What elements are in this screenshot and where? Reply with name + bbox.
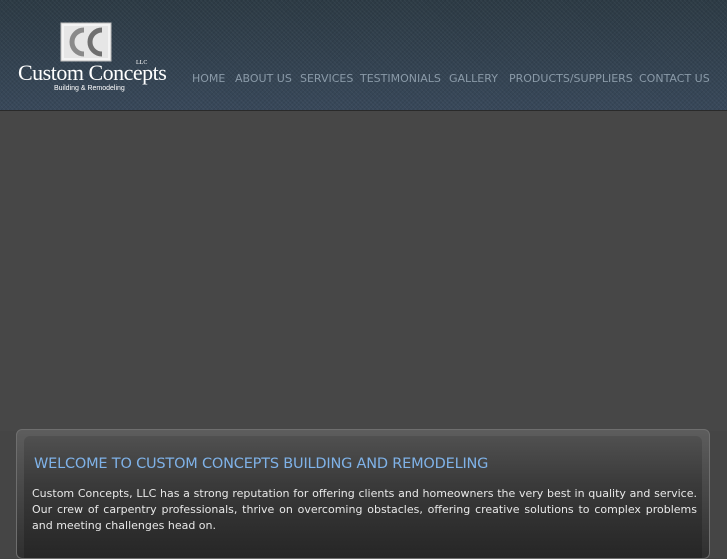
nav-services[interactable]: SERVICES <box>300 72 353 85</box>
nav-products-suppliers[interactable]: PRODUCTS/SUPPLIERS <box>509 72 633 85</box>
cc-logo-icon <box>60 22 112 62</box>
logo-llc: LLC <box>136 60 148 66</box>
welcome-panel: WELCOME TO CUSTOM CONCEPTS BUILDING AND … <box>16 429 710 559</box>
site-logo[interactable]: Custom Concepts LLC Building & Remodelin… <box>16 20 167 98</box>
nav-contact-us[interactable]: CONTACT US <box>639 72 710 85</box>
nav-home[interactable]: HOME <box>192 72 225 85</box>
welcome-title: WELCOME TO CUSTOM CONCEPTS BUILDING AND … <box>34 456 489 472</box>
nav-gallery[interactable]: GALLERY <box>449 72 498 85</box>
welcome-text: Custom Concepts, LLC has a strong reputa… <box>32 487 697 532</box>
hero-area <box>0 111 727 431</box>
logo-tagline: Building & Remodeling <box>54 85 125 92</box>
nav-testimonials[interactable]: TESTIMONIALS <box>360 72 441 85</box>
nav-about-us[interactable]: ABOUT US <box>235 72 292 85</box>
welcome-panel-inner: WELCOME TO CUSTOM CONCEPTS BUILDING AND … <box>24 436 702 558</box>
site-header: Custom Concepts LLC Building & Remodelin… <box>0 0 727 111</box>
